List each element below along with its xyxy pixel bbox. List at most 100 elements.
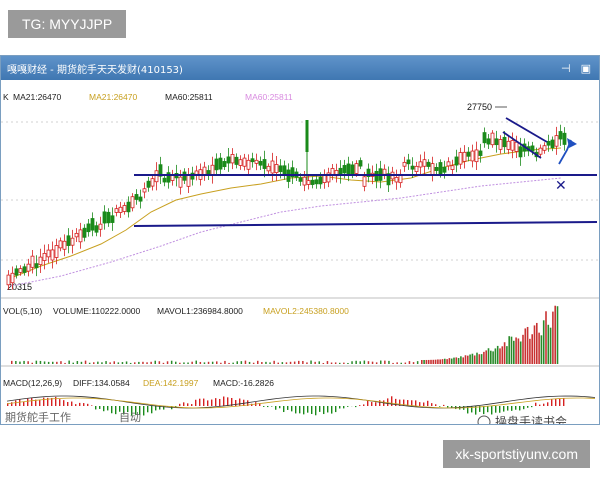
macd-bar: [103, 406, 105, 412]
candle: [266, 163, 271, 174]
candles-group: [6, 120, 567, 290]
candle: [170, 169, 175, 186]
volume-bar: [421, 360, 423, 364]
volume-bar: [441, 359, 444, 364]
candle: [94, 221, 99, 237]
candle: [418, 154, 423, 175]
volume-bar: [554, 305, 556, 364]
candle: [186, 168, 191, 193]
volume-bar: [191, 361, 193, 364]
candle: [358, 157, 363, 170]
volume-bar: [392, 362, 394, 364]
volume-bar: [432, 359, 435, 364]
window-titlebar: 嘎嘎财经 - 期货舵手天天发财(410153) ⊣ ▣: [1, 56, 599, 80]
volume-bar: [434, 359, 437, 364]
macd-bars-group: [6, 395, 596, 416]
macd-bar: [535, 402, 537, 406]
candle: [78, 222, 83, 249]
volume-bar: [310, 360, 312, 364]
volume-bar: [265, 361, 267, 364]
volume-bar: [446, 359, 448, 364]
volume-bar: [339, 362, 341, 364]
candle: [510, 132, 515, 159]
ma21-label: MA21:26470: [13, 92, 61, 102]
macd-bar: [31, 398, 33, 406]
volume-bar: [248, 361, 251, 364]
volume-bar: [506, 346, 508, 364]
macd-bar: [375, 402, 377, 406]
candle: [394, 169, 399, 190]
volume-bar: [334, 362, 337, 364]
volume-bar: [285, 362, 288, 364]
volume-bar: [158, 361, 161, 364]
macd-bar: [91, 405, 93, 406]
candle: [90, 212, 95, 237]
candlestick-chart[interactable]: K MA21:26470 MA21:26470 MA60:25811 MA60:…: [1, 80, 600, 425]
macd-bar: [195, 399, 197, 406]
volume-bar: [138, 361, 140, 364]
volume-bar: [84, 360, 87, 364]
window-title: 嘎嘎财经 - 期货舵手天天发财(410153): [7, 64, 183, 76]
pin-icon[interactable]: ⊣: [561, 62, 571, 75]
ma21-value: MA21:26470: [89, 92, 137, 102]
volume-bar: [455, 357, 458, 364]
volume-bar: [125, 361, 128, 364]
candle: [314, 174, 319, 189]
volume-bar: [453, 357, 455, 364]
volume-bar: [134, 362, 136, 364]
candle: [258, 156, 263, 170]
macd-bar: [367, 400, 369, 406]
diff-value: DIFF:134.0584: [73, 378, 130, 388]
volume-bar: [503, 342, 506, 364]
candle: [454, 149, 459, 173]
macd-bar: [355, 406, 357, 408]
candle: [458, 147, 463, 169]
volume-bar: [380, 360, 382, 364]
volume-bar: [467, 355, 469, 364]
volume-bar: [31, 362, 33, 364]
macd-bar: [95, 406, 97, 410]
volume-bar: [499, 348, 501, 364]
candle: [382, 164, 387, 180]
volume-bar: [367, 361, 370, 364]
volume-bar: [203, 362, 206, 364]
candle: [62, 234, 67, 257]
macd-bar: [291, 406, 293, 412]
macd-bar: [79, 402, 81, 406]
volume-bar: [228, 362, 230, 364]
volume-bar: [471, 353, 474, 364]
macd-bar: [559, 398, 561, 406]
volume-bar: [97, 361, 99, 364]
volume-bar: [538, 332, 540, 364]
macd-bar: [147, 406, 149, 413]
macd-bar: [295, 406, 297, 414]
volume-bar: [293, 361, 296, 364]
candle: [138, 189, 143, 209]
candle: [554, 126, 559, 155]
candle: [66, 228, 71, 254]
volume-bar: [129, 362, 132, 364]
volume-bar: [56, 361, 58, 364]
macd-bar: [263, 406, 265, 407]
candle: [326, 167, 331, 188]
candle: [166, 166, 171, 189]
macd-bar: [115, 406, 117, 415]
window-control-icon[interactable]: ▣: [581, 62, 591, 75]
volume-bar: [510, 336, 513, 364]
volume-bar: [547, 324, 550, 364]
macd-bar: [311, 406, 313, 414]
volume-bar: [430, 359, 432, 364]
volume-bar: [363, 360, 366, 364]
wechat-mark: 操盘手读书会: [495, 414, 567, 425]
volume-bar: [526, 326, 529, 364]
macd-bar: [555, 398, 557, 406]
volume-bar: [513, 340, 515, 364]
volume-bar: [273, 360, 275, 364]
macd-bar: [419, 402, 421, 406]
volume-bar: [460, 356, 462, 364]
candle: [322, 169, 327, 189]
volume-bar: [252, 362, 255, 364]
volume-bar: [423, 359, 425, 364]
volume-bar: [404, 362, 407, 364]
candle: [70, 229, 75, 254]
